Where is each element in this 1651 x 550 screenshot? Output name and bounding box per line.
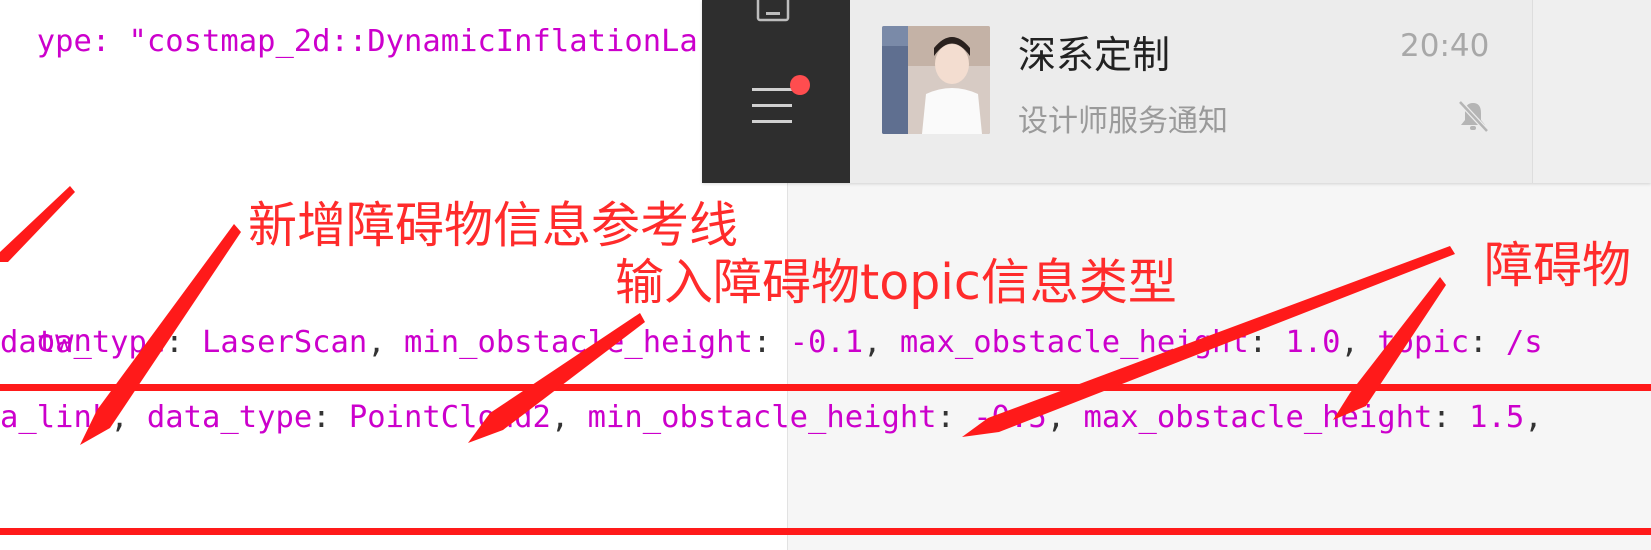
avatar: [882, 26, 990, 134]
code-text: ype: "costmap_2d::DynamicInflationLa: [36, 24, 698, 59]
key-max-obstacle-height: max_obstacle_height: [899, 325, 1249, 360]
document-icon[interactable]: [756, 0, 790, 24]
value-sensor-frame: a_link: [0, 400, 111, 435]
notification-subtitle: 设计师服务通知: [1018, 104, 1228, 139]
key-topic: topic: [1377, 325, 1470, 360]
code-line-pointcloud: a_link, data_type: PointCloud2, min_obst…: [0, 400, 1543, 435]
code-line-type: ype: "costmap_2d::DynamicInflationLa: [0, 0, 698, 60]
value-max-height: 1.5: [1469, 400, 1525, 435]
reference-line-top: [0, 384, 1651, 391]
key-max-obstacle-height: max_obstacle_height: [1083, 400, 1433, 435]
notification-time: 20:40: [1400, 28, 1490, 64]
annotation-obstacle: 障碍物: [1484, 237, 1632, 294]
key-data-type: data_type: [0, 325, 166, 360]
value-max-height: 1.0: [1285, 325, 1341, 360]
value-laserscan: LaserScan: [202, 325, 368, 360]
annotation-topic-type: 输入障碍物topic信息类型: [615, 254, 1177, 311]
notification-title: 深系定制: [1018, 33, 1171, 77]
value-min-height: -0.5: [973, 400, 1047, 435]
mute-bell-icon[interactable]: [1455, 98, 1491, 134]
reference-line-bottom: [0, 528, 1651, 535]
key-data-type: data_type: [146, 400, 313, 435]
key-min-obstacle-height: min_obstacle_height: [587, 400, 937, 435]
value-pointcloud2: PointCloud2: [348, 400, 551, 435]
notification-sidebar: [702, 0, 850, 183]
annotation-reference-line: 新增障碍物信息参考线: [248, 197, 739, 254]
value-min-height: -0.1: [789, 325, 864, 360]
badge-dot: [790, 75, 810, 95]
key-min-obstacle-height: min_obstacle_height: [404, 325, 753, 360]
menu-icon[interactable]: [752, 74, 814, 130]
code-line-laserscan: data_type: LaserScan, min_obstacle_heigh…: [0, 325, 1543, 360]
value-topic: /s: [1505, 325, 1543, 360]
arrow-1: [0, 186, 75, 262]
